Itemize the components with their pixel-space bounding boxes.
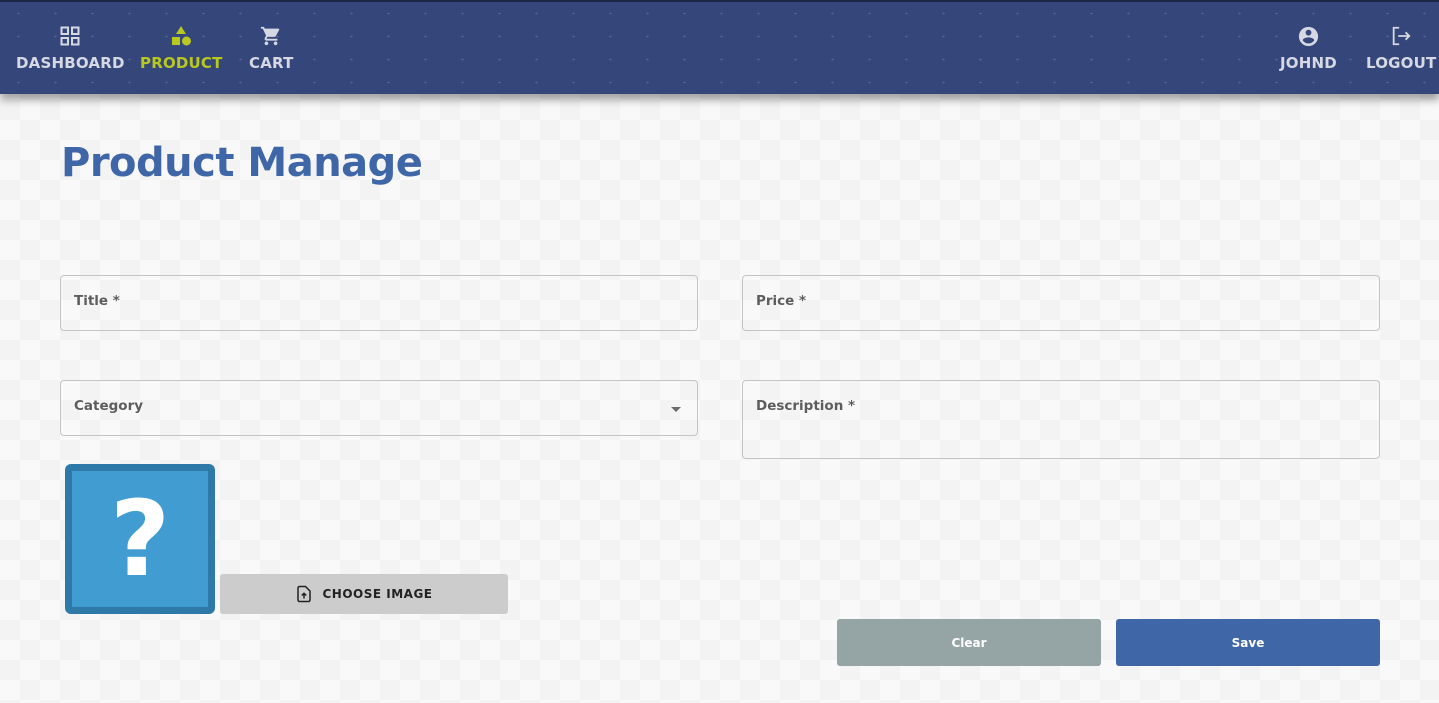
nav-cart[interactable]: CART [249,24,294,72]
choose-image-button[interactable]: CHOOSE IMAGE [220,574,508,614]
nav-user-label: JOHND [1280,54,1337,72]
category-select[interactable]: Category [60,380,698,436]
nav-logout-label: LOGOUT [1366,54,1437,72]
price-label: Price * [756,293,807,309]
title-label: Title * [74,293,120,309]
file-upload-icon [295,585,313,603]
description-textarea[interactable]: Description * [742,380,1380,459]
nav-dashboard-label: DASHBOARD [16,54,125,72]
nav-dashboard[interactable]: DASHBOARD [16,24,125,72]
product-image-preview: ? [65,464,215,614]
save-button[interactable]: Save [1116,619,1380,666]
account-circle-icon [1296,24,1320,48]
cart-icon [259,24,283,48]
title-input[interactable]: Title * [60,275,698,331]
choose-image-label: CHOOSE IMAGE [322,587,433,601]
category-label: Category [74,398,144,414]
question-mark-icon: ? [109,478,171,600]
shapes-icon [169,24,193,48]
nav-logout[interactable]: LOGOUT [1366,24,1436,72]
chevron-down-icon [671,407,681,412]
grid-icon [58,24,82,48]
nav-product[interactable]: PRODUCT [140,24,223,72]
clear-button[interactable]: Clear [837,619,1101,666]
price-input[interactable]: Price * [742,275,1380,331]
page-title: Product Manage [61,140,423,186]
logout-icon [1389,24,1413,48]
nav-cart-label: CART [249,54,294,72]
description-label: Description * [756,398,856,414]
top-navbar: DASHBOARD PRODUCT CART JOHND LOGOUT [0,0,1439,94]
nav-product-label: PRODUCT [140,54,223,72]
nav-user-account[interactable]: JOHND [1280,24,1337,72]
